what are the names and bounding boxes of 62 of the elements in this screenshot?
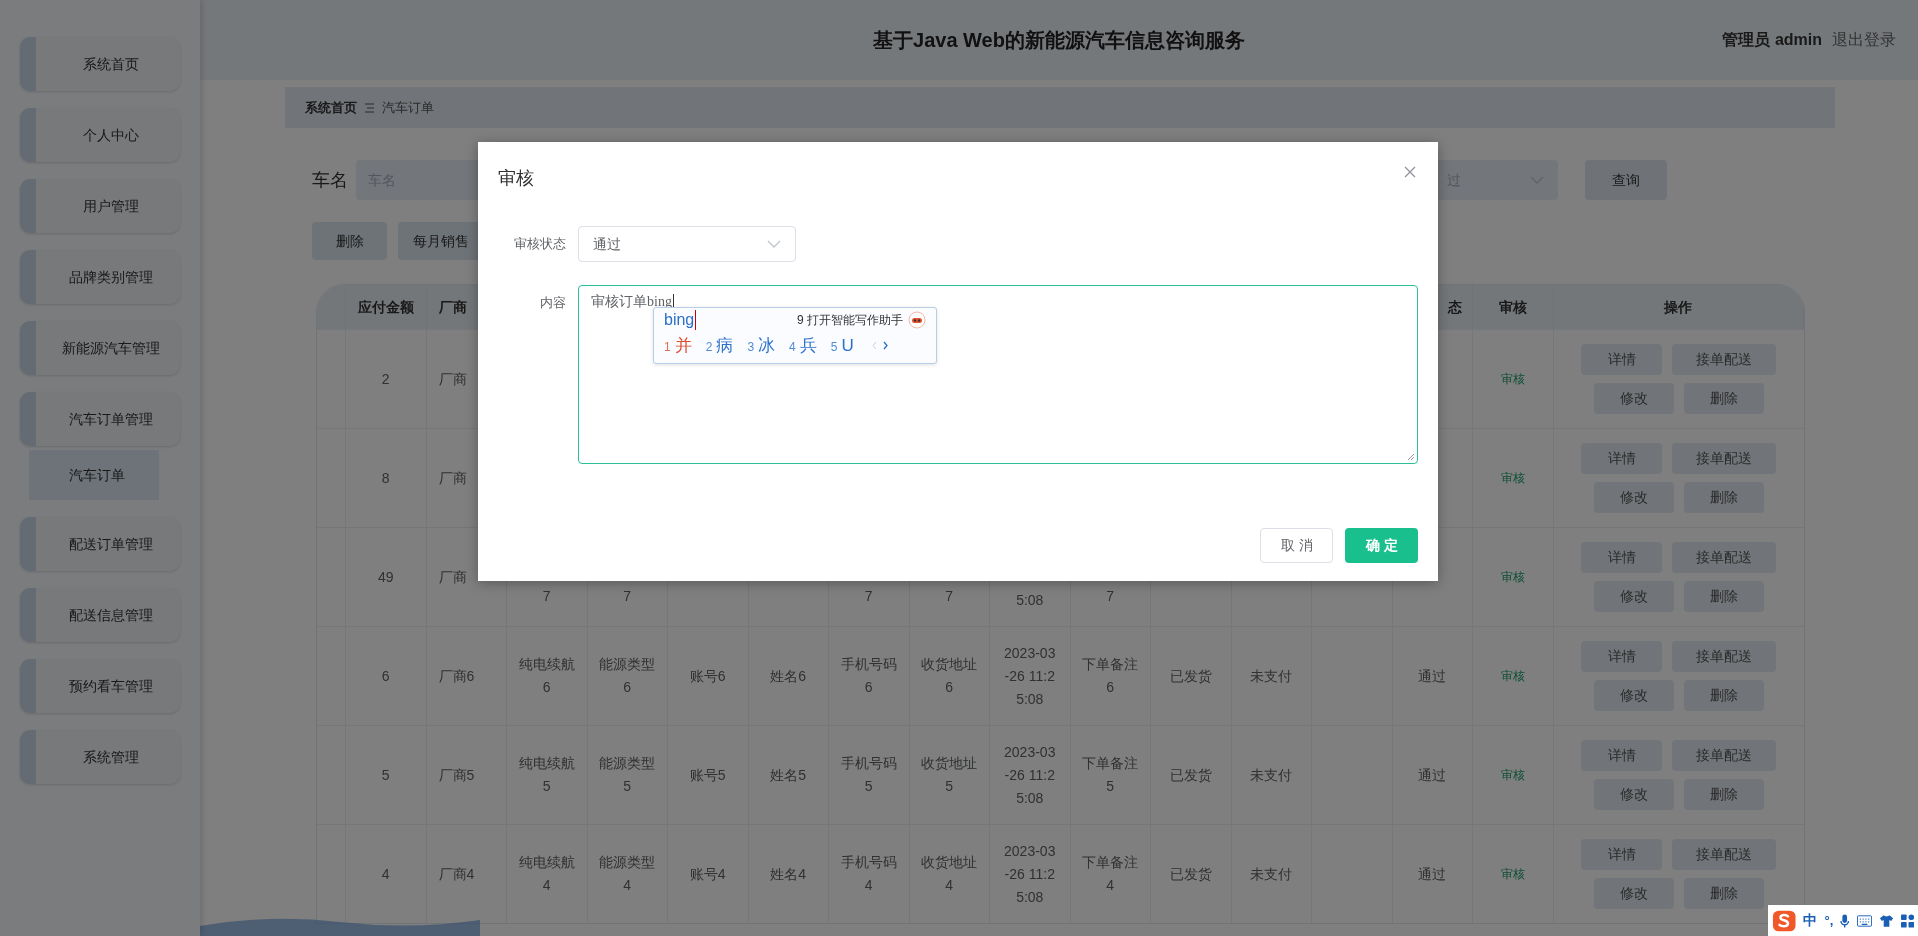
- table-cell-text: 2: [381, 369, 390, 389]
- table-cell-text: 7: [945, 587, 954, 606]
- table-cell-text: 能源类型4: [598, 853, 657, 895]
- table-cell-text: 已发货: [1169, 765, 1212, 785]
- table-cell-text: 已发货: [1169, 864, 1212, 884]
- table-cell-text: 厂商5: [438, 765, 475, 785]
- table-cell-text: 5: [381, 765, 390, 785]
- table-cell-text: 6: [381, 666, 390, 686]
- table-cell-text: 账号4: [689, 864, 726, 884]
- table-cell-text: 未支付: [1250, 765, 1293, 785]
- table-cell-text: 2023-03-26 11:25:08: [1003, 841, 1057, 907]
- table-cell-text: 7: [542, 587, 551, 606]
- table-cell-text: 手机号码5: [839, 754, 898, 796]
- user-label: 管理员 admin: [1722, 30, 1822, 50]
- table-cell-text: 厂商: [438, 468, 467, 488]
- table-cell-text: 厂商: [438, 369, 467, 389]
- table-cell-text: 手机号码4: [839, 853, 898, 895]
- site-title: 基于Java Web的新能源汽车信息咨询服务: [873, 28, 1245, 53]
- column-header: 操作: [1664, 297, 1693, 317]
- table-cell-text: 下单备注5: [1081, 754, 1140, 796]
- table-cell-text: 未支付: [1250, 864, 1293, 884]
- dialog-title: 审核: [498, 167, 534, 190]
- table-cell-text: 厂商6: [438, 666, 475, 686]
- table-cell-text: 未支付: [1250, 666, 1293, 686]
- column-header: 审核: [1498, 297, 1527, 317]
- table-cell-text: 通过: [1418, 666, 1447, 686]
- table-cell-text: 下单备注6: [1081, 655, 1140, 697]
- table-cell-text: 能源类型6: [598, 655, 657, 697]
- table-cell-text: 通过: [1418, 864, 1447, 884]
- table-cell-text: 已发货: [1169, 666, 1212, 686]
- table-cell-text: 姓名5: [770, 765, 807, 785]
- form-label: 内容: [539, 294, 567, 312]
- table-cell-text: 7: [864, 587, 873, 606]
- table-cell-text: 纯电续航5: [517, 754, 576, 796]
- table-cell-text: 纯电续航6: [517, 655, 576, 697]
- table-cell-text: 纯电续航4: [517, 853, 576, 895]
- table-cell-text: 7: [1106, 587, 1115, 606]
- table-cell-text: 账号6: [689, 666, 726, 686]
- table-cell-text: 厂商: [438, 567, 467, 587]
- table-cell-text: 收货地址4: [920, 853, 979, 895]
- table-cell-text: 2023-03-26 11:25:08: [1003, 643, 1057, 709]
- column-header: 态: [1448, 297, 1462, 317]
- table-cell-text: 4: [381, 864, 390, 884]
- table-cell-text: 姓名6: [770, 666, 807, 686]
- table-cell-text: 厂商4: [438, 864, 475, 884]
- column-header: 厂商: [438, 297, 467, 317]
- table-cell-text: 账号5: [689, 765, 726, 785]
- table-cell-text: 下单备注4: [1081, 853, 1140, 895]
- field-label: 车名: [312, 168, 348, 192]
- column-header: 应付金额: [357, 297, 414, 317]
- table-cell-text: 通过: [1418, 765, 1447, 785]
- table-cell-text: 49: [377, 567, 394, 587]
- table-cell-text: 2023-03-26 11:25:08: [1003, 742, 1057, 808]
- form-label: 审核状态: [513, 235, 567, 253]
- table-cell-text: 能源类型5: [598, 754, 657, 796]
- table-cell-text: 收货地址6: [920, 655, 979, 697]
- table-cell-text: 8: [381, 468, 390, 488]
- table-cell-text: 姓名4: [770, 864, 807, 884]
- table-cell-text: 7: [623, 587, 632, 606]
- table-cell-text: 5:08: [1016, 591, 1044, 610]
- table-cell-text: 手机号码6: [839, 655, 898, 697]
- table-cell-text: 收货地址5: [920, 754, 979, 796]
